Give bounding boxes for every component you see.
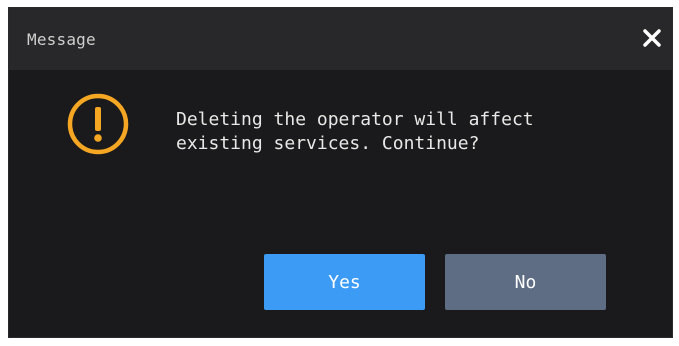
no-button-label: No	[514, 271, 537, 293]
dialog-title: Message	[27, 30, 96, 49]
yes-button-label: Yes	[328, 271, 361, 293]
no-button[interactable]: No	[445, 254, 606, 310]
close-icon[interactable]	[640, 26, 664, 50]
message-dialog: Message Deleting the operator will affec…	[8, 7, 673, 338]
dialog-titlebar: Message	[9, 8, 672, 70]
dialog-message: Deleting the operator will affect existi…	[176, 109, 534, 154]
warning-icon	[66, 92, 130, 156]
yes-button[interactable]: Yes	[264, 254, 425, 310]
